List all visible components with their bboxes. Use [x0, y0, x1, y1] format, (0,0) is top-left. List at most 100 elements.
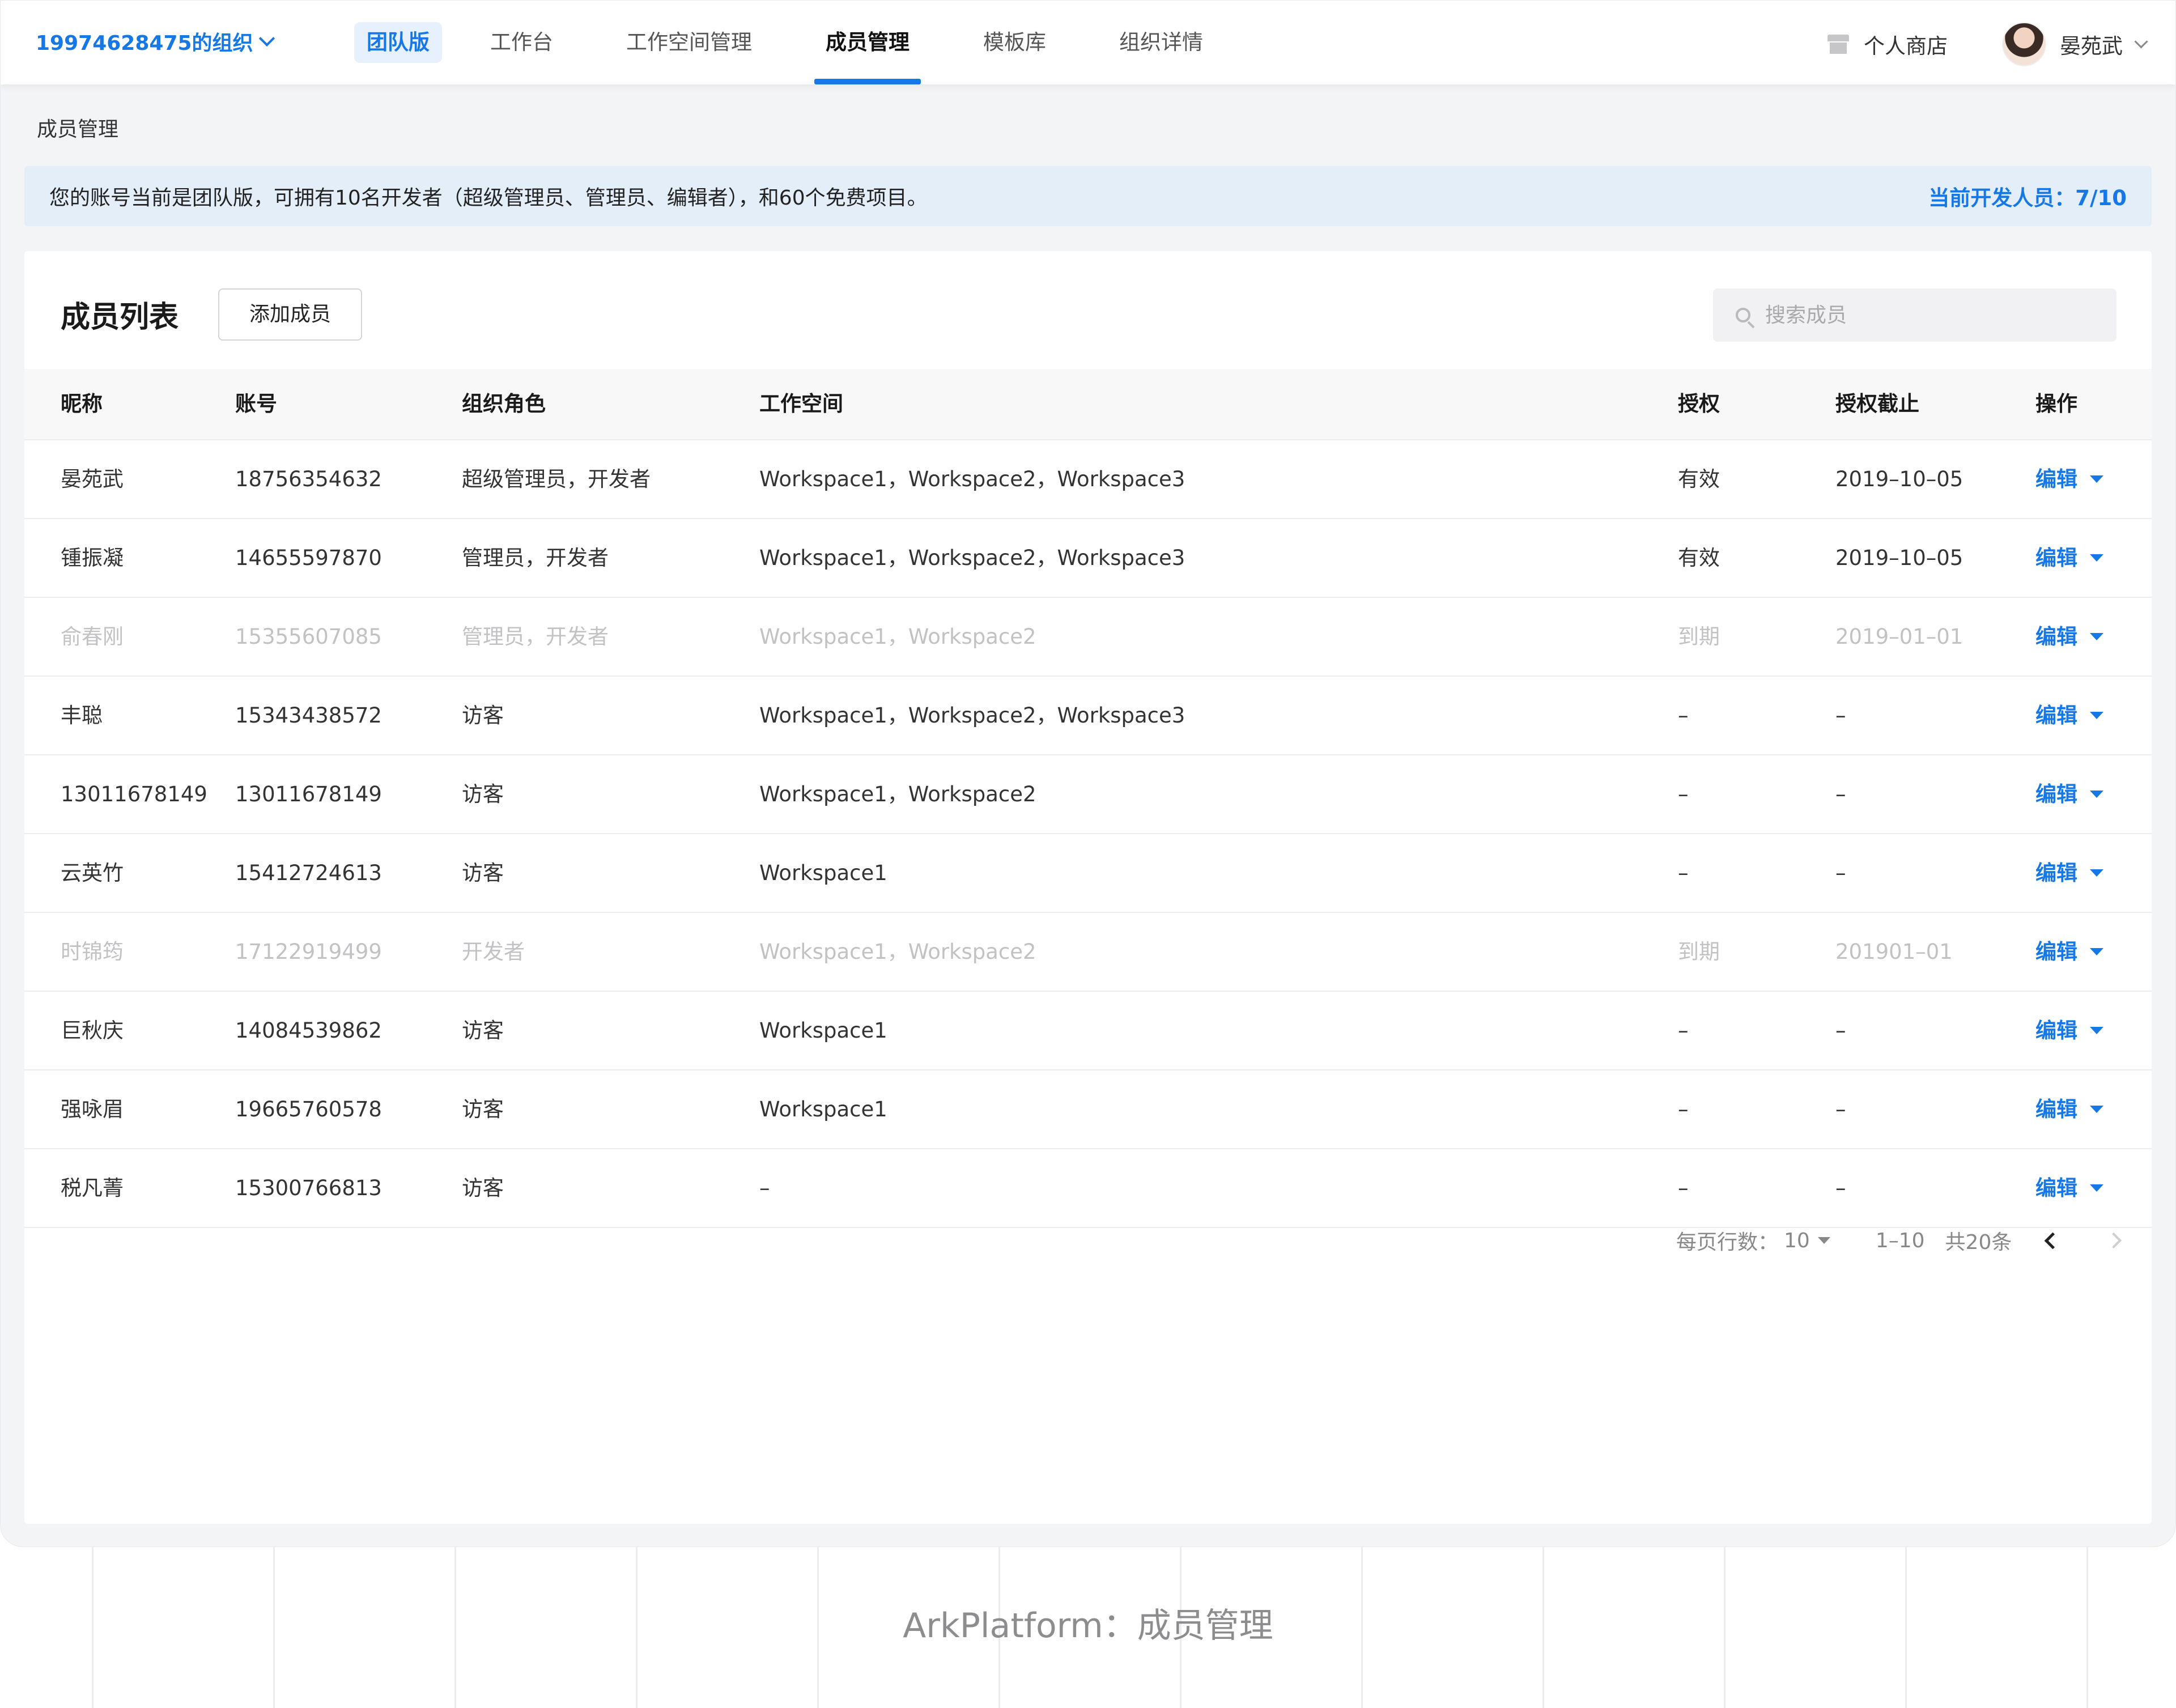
edit-label: 编辑	[2035, 624, 2077, 649]
cell-role: 访客	[462, 703, 504, 728]
cell-role: 管理员，开发者	[462, 624, 609, 649]
cell-auth: –	[1678, 1018, 1689, 1043]
member-list-card: 成员列表 添加成员 昵称 账号 组织角色 工作空间 授权 授权截止 操作 晏苑武…	[24, 251, 2152, 1524]
search-input[interactable]	[1764, 303, 2084, 328]
user-name: 晏苑武	[2060, 34, 2123, 58]
cell-account: 14655597870	[235, 546, 382, 570]
cell-role: 访客	[462, 1176, 504, 1200]
cell-auth: –	[1678, 1176, 1689, 1200]
caret-down-icon	[2090, 712, 2103, 719]
search-box	[1713, 288, 2116, 342]
chevron-down-icon	[2134, 34, 2148, 49]
cell-nickname: 强咏眉	[61, 1097, 124, 1121]
personal-store-link[interactable]: 个人商店	[1828, 29, 1948, 60]
cell-workspace: Workspace1，Workspace2，Workspace3	[759, 703, 1185, 728]
app-window: 19974628475的组织 团队版 工作台 工作空间管理 成员管理 模板库 组…	[0, 0, 2176, 1547]
next-page-icon[interactable]	[2105, 1229, 2127, 1252]
edit-label: 编辑	[2035, 782, 2077, 806]
caret-down-icon	[2090, 475, 2103, 483]
cell-deadline: 2019–10–05	[1835, 546, 1964, 570]
edit-dropdown-button[interactable]: 编辑	[2035, 1149, 2103, 1227]
cell-deadline: –	[1835, 1176, 1846, 1200]
table-row: 巨秋庆 14084539862 访客 Workspace1 – – 编辑	[24, 992, 2152, 1070]
table-row: 13011678149 13011678149 访客 Workspace1，Works…	[24, 755, 2152, 834]
edit-label: 编辑	[2035, 1018, 2077, 1043]
edit-dropdown-button[interactable]: 编辑	[2035, 598, 2103, 675]
cell-auth: –	[1678, 703, 1689, 728]
cell-deadline: –	[1835, 1097, 1846, 1121]
caret-down-icon	[2090, 633, 2103, 640]
prev-page-icon[interactable]	[2039, 1229, 2062, 1252]
nav-org-details[interactable]: 组织详情	[1119, 1, 1203, 84]
table-row: 锺振凝 14655597870 管理员，开发者 Workspace1，Workspac…	[24, 519, 2152, 598]
cell-role: 访客	[462, 782, 504, 806]
cell-workspace: –	[759, 1176, 770, 1200]
column-header-nickname: 昵称	[61, 392, 103, 416]
nav-workspace-management[interactable]: 工作空间管理	[626, 1, 752, 84]
cell-deadline: –	[1835, 861, 1846, 885]
edit-label: 编辑	[2035, 703, 2077, 728]
cell-deadline: –	[1835, 703, 1846, 728]
top-navigation: 19974628475的组织 团队版 工作台 工作空间管理 成员管理 模板库 组…	[1, 1, 2175, 84]
edit-dropdown-button[interactable]: 编辑	[2035, 677, 2103, 754]
org-switcher[interactable]: 19974628475的组织	[36, 27, 275, 56]
plan-notice-banner: 您的账号当前是团队版，可拥有10名开发者（超级管理员、管理员、编辑者），和60个…	[24, 166, 2152, 226]
nav-workbench[interactable]: 工作台	[490, 1, 553, 84]
cell-workspace: Workspace1，Workspace2	[759, 940, 1036, 964]
cell-workspace: Workspace1，Workspace2，Workspace3	[759, 546, 1185, 570]
cell-nickname: 云英竹	[61, 861, 124, 885]
edit-dropdown-button[interactable]: 编辑	[2035, 755, 2103, 833]
edit-dropdown-button[interactable]: 编辑	[2035, 440, 2103, 518]
edit-label: 编辑	[2035, 1176, 2077, 1200]
user-menu[interactable]: 晏苑武	[2002, 22, 2148, 66]
cell-nickname: 锺振凝	[61, 546, 124, 570]
nav-template-library[interactable]: 模板库	[983, 1, 1046, 84]
cell-nickname: 税凡菁	[61, 1176, 124, 1200]
caption: ArkPlatform：成员管理	[903, 1606, 1273, 1646]
edit-label: 编辑	[2035, 940, 2077, 964]
org-name: 19974628475的组织	[36, 32, 253, 55]
edit-label: 编辑	[2035, 467, 2077, 491]
cell-auth: 到期	[1678, 624, 1720, 649]
cell-workspace: Workspace1	[759, 861, 887, 885]
cell-role: 访客	[462, 861, 504, 885]
caret-down-icon	[1817, 1237, 1830, 1244]
cell-account: 19665760578	[235, 1097, 382, 1121]
cell-nickname: 俞春刚	[61, 624, 124, 649]
developer-count[interactable]: 当前开发人员：7/10	[1928, 181, 2127, 211]
table-row: 晏苑武 18756354632 超级管理员，开发者 Workspace1，Worksp…	[24, 440, 2152, 519]
nav-member-management[interactable]: 成员管理	[814, 1, 921, 84]
column-header-account: 账号	[235, 392, 277, 416]
edit-dropdown-button[interactable]: 编辑	[2035, 1070, 2103, 1148]
cell-role: 访客	[462, 1018, 504, 1043]
plan-notice-text: 您的账号当前是团队版，可拥有10名开发者（超级管理员、管理员、编辑者），和60个…	[49, 186, 928, 210]
column-header-action: 操作	[2035, 392, 2077, 416]
cell-deadline: –	[1835, 1018, 1846, 1043]
chevron-down-icon	[258, 30, 275, 47]
cell-nickname: 13011678149	[61, 782, 207, 806]
column-header-role: 组织角色	[462, 392, 546, 416]
cell-auth: –	[1678, 1097, 1689, 1121]
page-title: 成员列表	[61, 300, 179, 334]
edit-dropdown-button[interactable]: 编辑	[2035, 913, 2103, 991]
cell-auth: –	[1678, 861, 1689, 885]
search-icon	[1736, 308, 1750, 322]
cell-account: 18756354632	[235, 467, 382, 491]
caret-down-icon	[2090, 1184, 2103, 1192]
rows-per-page-select[interactable]: 10	[1784, 1229, 1830, 1252]
cell-deadline: –	[1835, 782, 1846, 806]
edit-dropdown-button[interactable]: 编辑	[2035, 834, 2103, 912]
cell-role: 开发者	[462, 940, 525, 964]
plan-badge[interactable]: 团队版	[354, 22, 442, 63]
cell-account: 15343438572	[235, 703, 382, 728]
cell-auth: 有效	[1678, 546, 1720, 570]
cell-account: 14084539862	[235, 1018, 382, 1043]
cell-workspace: Workspace1	[759, 1097, 887, 1121]
edit-dropdown-button[interactable]: 编辑	[2035, 519, 2103, 597]
cell-auth: –	[1678, 782, 1689, 806]
pagination: 每页行数： 10 1–10 共20条	[1676, 1223, 2127, 1257]
edit-dropdown-button[interactable]: 编辑	[2035, 992, 2103, 1069]
add-member-button[interactable]: 添加成员	[218, 288, 362, 341]
cell-workspace: Workspace1，Workspace2	[759, 624, 1036, 649]
avatar	[2002, 22, 2046, 66]
